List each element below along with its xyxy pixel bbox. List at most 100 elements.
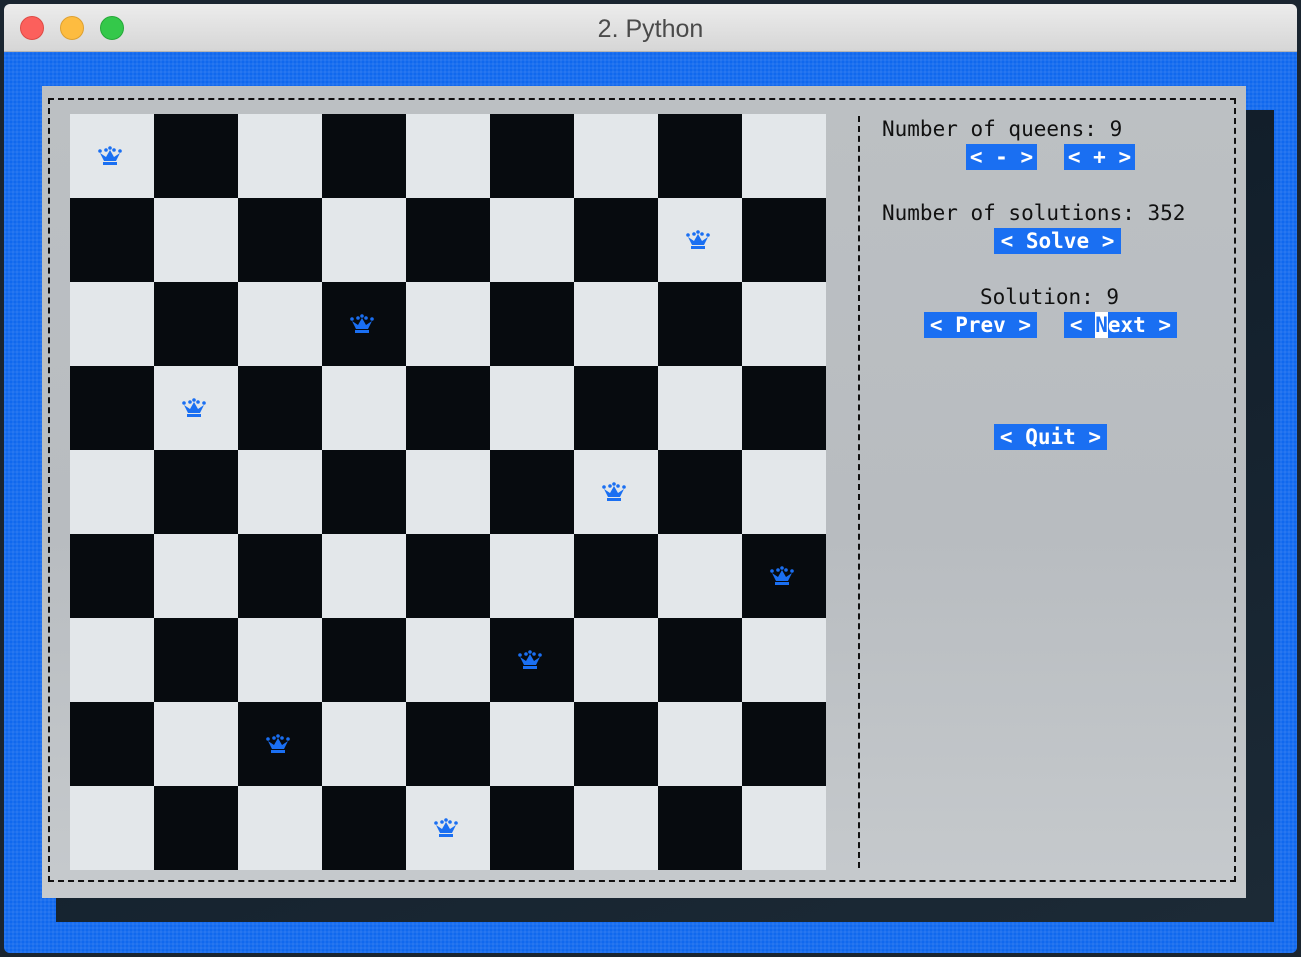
board-square — [574, 282, 658, 366]
board-square — [154, 702, 238, 786]
terminal-area: Number of queens: 9 < - > < + > Number o… — [4, 52, 1297, 953]
board-square — [238, 366, 322, 450]
board-square — [490, 534, 574, 618]
board-square — [658, 534, 742, 618]
board-square — [574, 450, 658, 534]
board-square — [154, 618, 238, 702]
board-square — [658, 702, 742, 786]
board-square — [658, 786, 742, 870]
board-square — [238, 198, 322, 282]
board-square — [154, 450, 238, 534]
board-square — [322, 114, 406, 198]
board-square — [154, 282, 238, 366]
board-square — [406, 366, 490, 450]
board-square — [406, 534, 490, 618]
board-square — [490, 450, 574, 534]
text-cursor: N — [1095, 312, 1108, 338]
board-square — [574, 786, 658, 870]
board-square — [70, 450, 154, 534]
quit-button[interactable]: < Quit > — [994, 424, 1107, 450]
board-square — [490, 114, 574, 198]
board-square — [322, 282, 406, 366]
board-square — [70, 114, 154, 198]
board-square — [154, 366, 238, 450]
board-square — [658, 618, 742, 702]
decrease-queens-button[interactable]: < - > — [966, 144, 1037, 170]
board-square — [742, 702, 826, 786]
chess-board — [70, 114, 826, 870]
board-square — [406, 282, 490, 366]
board-square — [574, 618, 658, 702]
solve-button[interactable]: < Solve > — [994, 228, 1121, 254]
board-square — [574, 534, 658, 618]
prev-button[interactable]: < Prev > — [924, 312, 1037, 338]
title-bar[interactable]: 2. Python — [4, 4, 1297, 52]
board-square — [322, 702, 406, 786]
board-square — [742, 618, 826, 702]
queen-icon — [686, 230, 710, 249]
increase-queens-button[interactable]: < + > — [1064, 144, 1135, 170]
board-square — [742, 786, 826, 870]
queen-icon — [182, 398, 206, 417]
solutions-count-label: Number of solutions: 352 — [882, 201, 1186, 225]
next-button[interactable]: < Next > — [1064, 312, 1177, 338]
queen-icon — [98, 146, 122, 165]
board-square — [322, 534, 406, 618]
board-square — [238, 786, 322, 870]
board-square — [406, 786, 490, 870]
board-square — [574, 198, 658, 282]
board-square — [70, 282, 154, 366]
board-square — [658, 198, 742, 282]
board-square — [658, 450, 742, 534]
panel-divider — [858, 116, 860, 868]
board-square — [490, 786, 574, 870]
board-square — [742, 282, 826, 366]
board-square — [490, 618, 574, 702]
board-square — [490, 702, 574, 786]
board-square — [574, 366, 658, 450]
next-suffix: ext > — [1107, 313, 1172, 337]
board-square — [742, 534, 826, 618]
board-square — [154, 198, 238, 282]
terminal-window: 2. Python Number of queens: 9 < - > < + … — [4, 4, 1297, 953]
next-prefix: < — [1069, 313, 1096, 337]
board-square — [322, 450, 406, 534]
board-square — [238, 534, 322, 618]
board-square — [658, 366, 742, 450]
board-square — [406, 702, 490, 786]
board-square — [70, 786, 154, 870]
window-title: 2. Python — [597, 15, 704, 43]
board-square — [322, 198, 406, 282]
board-square — [70, 534, 154, 618]
board-square — [238, 282, 322, 366]
queen-icon — [518, 650, 542, 669]
board-square — [574, 114, 658, 198]
board-square — [238, 702, 322, 786]
board-square — [238, 618, 322, 702]
board-square — [490, 282, 574, 366]
board-square — [154, 786, 238, 870]
board-square — [742, 114, 826, 198]
board-square — [322, 366, 406, 450]
queen-icon — [350, 314, 374, 333]
queen-icon — [770, 566, 794, 585]
board-square — [238, 114, 322, 198]
board-square — [490, 198, 574, 282]
solution-index-label: Solution: 9 — [980, 285, 1120, 309]
board-square — [658, 114, 742, 198]
board-square — [70, 366, 154, 450]
queen-icon — [602, 482, 626, 501]
board-square — [70, 702, 154, 786]
board-square — [322, 618, 406, 702]
queen-icon — [434, 818, 458, 837]
board-square — [70, 618, 154, 702]
queen-icon — [266, 734, 290, 753]
board-square — [238, 450, 322, 534]
board-square — [154, 534, 238, 618]
board-square — [406, 114, 490, 198]
board-square — [406, 450, 490, 534]
board-square — [70, 198, 154, 282]
queens-count-label: Number of queens: 9 — [882, 117, 1123, 141]
board-square — [742, 366, 826, 450]
board-square — [490, 366, 574, 450]
